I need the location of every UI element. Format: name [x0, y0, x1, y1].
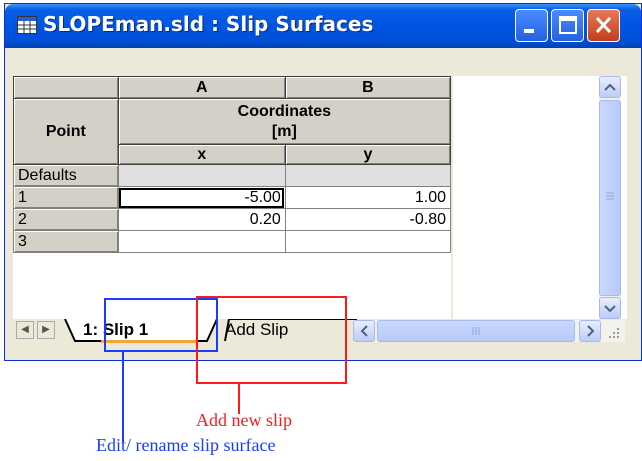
chevron-left-icon: [360, 325, 368, 337]
minimize-button[interactable]: [515, 9, 548, 42]
maximize-icon: [559, 16, 577, 34]
column-header-b[interactable]: B: [284, 76, 452, 99]
cell-x-2[interactable]: 0.20: [117, 208, 286, 231]
slip-grid: A B Point Coordinates [m] x y Defaults 1…: [13, 76, 452, 319]
vertical-scroll-thumb[interactable]: [599, 100, 621, 296]
window-title: SLOPEman.sld : Slip Surfaces: [43, 12, 374, 36]
scroll-down-button[interactable]: [599, 297, 621, 319]
coordinates-table: A B Point Coordinates [m] x y Defaults 1…: [13, 76, 452, 253]
tab-next-button[interactable]: ▶: [37, 321, 55, 339]
cell-y-1[interactable]: 1.00: [284, 186, 452, 209]
table-icon: [17, 16, 37, 34]
chevron-right-icon: [587, 325, 595, 337]
scroll-up-button[interactable]: [599, 76, 621, 98]
row-header-1[interactable]: 1: [13, 186, 119, 209]
title-bar[interactable]: SLOPEman.sld : Slip Surfaces: [5, 4, 641, 48]
chevron-down-icon: [604, 305, 616, 313]
grip-icon: [606, 192, 614, 200]
point-header: Point: [13, 98, 119, 165]
edit-slip-leader-line: [122, 352, 124, 442]
row-header-3[interactable]: 3: [13, 230, 119, 253]
resize-grip-icon[interactable]: [605, 324, 623, 342]
defaults-x-cell[interactable]: [117, 164, 286, 187]
scroll-left-button[interactable]: [353, 320, 375, 342]
edit-rename-caption: Edit/ rename slip surface: [96, 435, 276, 455]
maximize-button[interactable]: [551, 9, 584, 42]
defaults-row-header[interactable]: Defaults: [13, 164, 119, 187]
horizontal-scroll-thumb[interactable]: [377, 320, 575, 342]
column-header-a[interactable]: A: [117, 76, 286, 99]
corner-cell[interactable]: [13, 76, 119, 99]
chevron-up-icon: [604, 83, 616, 91]
cell-y-2[interactable]: -0.80: [284, 208, 452, 231]
close-icon: [595, 16, 612, 34]
grip-icon: [472, 327, 480, 335]
coordinates-header: Coordinates [m]: [117, 98, 452, 145]
close-button[interactable]: [587, 9, 620, 42]
horizontal-scrollbar[interactable]: [353, 320, 625, 342]
vertical-scrollbar[interactable]: [599, 76, 621, 319]
row-header-2[interactable]: 2: [13, 208, 119, 231]
tab-prev-button[interactable]: ◀: [16, 321, 34, 339]
cell-x-3[interactable]: [117, 230, 286, 253]
cell-y-3[interactable]: [284, 230, 452, 253]
add-new-slip-caption: Add new slip: [196, 410, 292, 430]
coordinates-unit: [m]: [271, 122, 297, 140]
defaults-y-cell[interactable]: [284, 164, 452, 187]
add-slip-highlight-box: [196, 296, 347, 384]
minimize-icon: [524, 29, 534, 33]
scroll-right-button[interactable]: [579, 320, 601, 342]
y-header: y: [284, 144, 452, 165]
cell-x-1[interactable]: -5.00: [117, 186, 286, 209]
x-header: x: [117, 144, 286, 165]
coordinates-title: Coordinates: [237, 102, 332, 120]
